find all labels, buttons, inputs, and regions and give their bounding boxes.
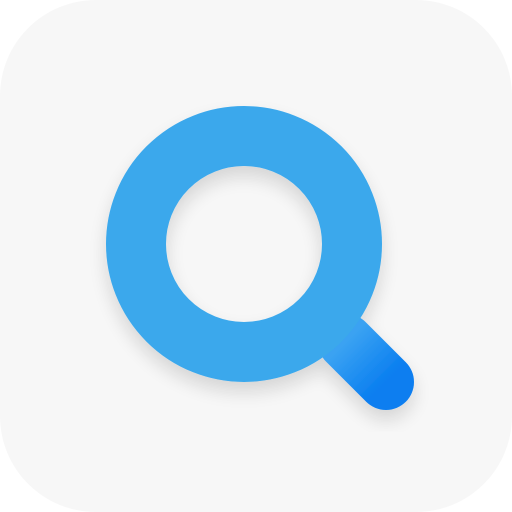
magnifier-ring bbox=[106, 106, 382, 382]
search-icon bbox=[106, 106, 414, 410]
magnifier-handle bbox=[318, 314, 414, 410]
app-icon-tile[interactable] bbox=[0, 0, 512, 512]
